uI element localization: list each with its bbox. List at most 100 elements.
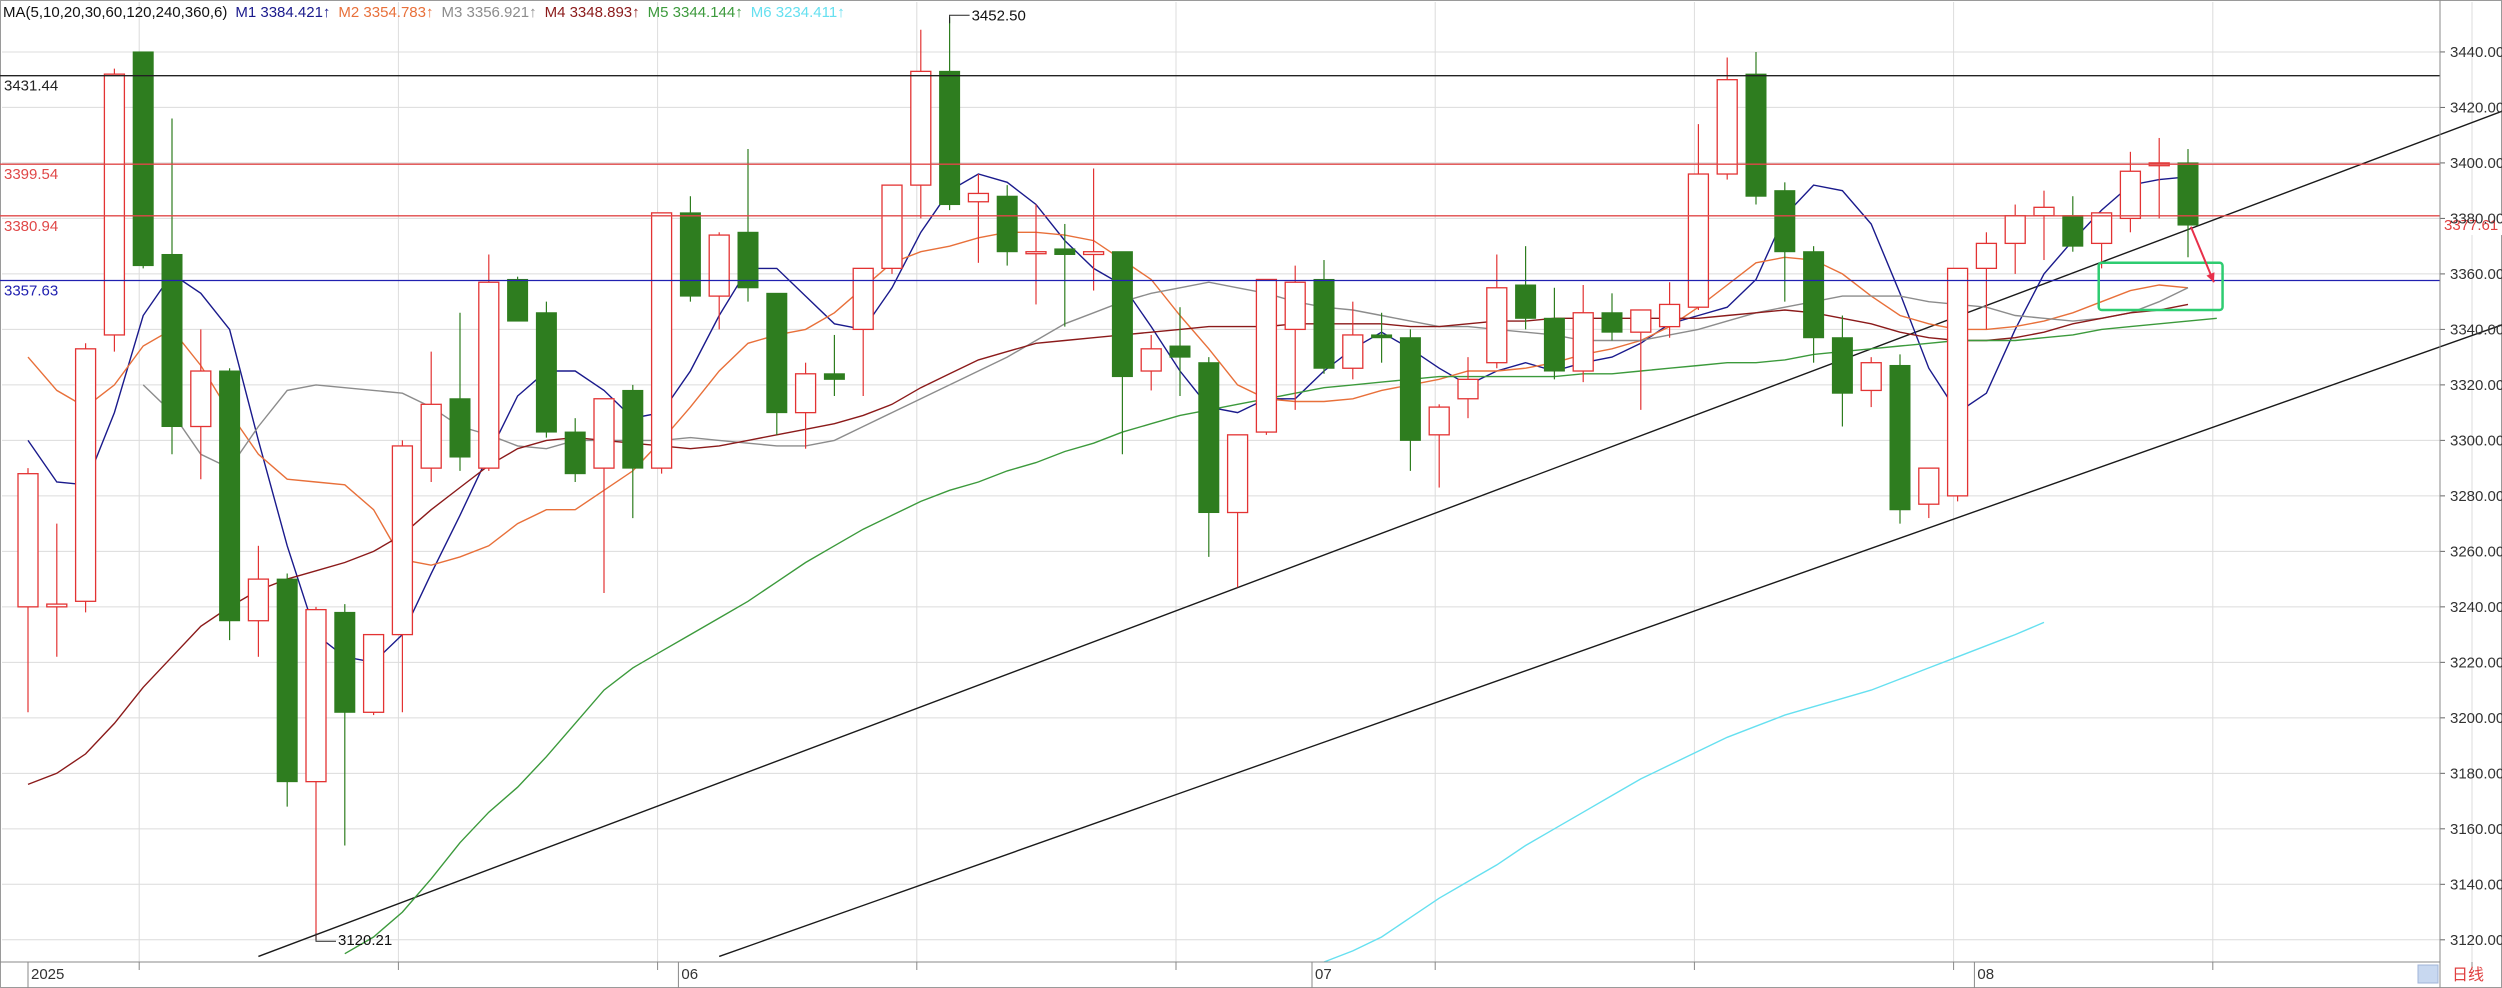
candle-body [276, 578, 298, 783]
candle-body [17, 473, 39, 608]
candle [1515, 246, 1537, 330]
candle-body [939, 70, 961, 206]
price-line-label: 3357.63 [4, 282, 58, 299]
y-tick-label: 3340.00 [2450, 321, 2502, 338]
target-box [2097, 261, 2224, 312]
candle [2148, 137, 2170, 219]
candle [1255, 278, 1278, 435]
candle-body [449, 398, 471, 458]
candle [1054, 223, 1076, 327]
candle [1169, 307, 1191, 396]
candle-body [1543, 317, 1565, 372]
legend-item-m3: M3 3356.921↑ [442, 4, 537, 21]
candle-body [362, 633, 385, 713]
grid-layer [0, 0, 2502, 988]
high-marker [949, 14, 970, 24]
legend-item-m5: M5 3344.144↑ [648, 4, 743, 21]
candle-body [1687, 173, 1710, 308]
candle-body [1630, 309, 1652, 333]
legend: MA(5,10,20,30,60,120,240,360,6) M1 3384.4… [3, 4, 845, 21]
y-tick-label: 3140.00 [2450, 876, 2502, 893]
candle [1371, 312, 1393, 363]
candle [1313, 260, 1335, 374]
candle [1198, 357, 1220, 557]
candle-body [1082, 251, 1105, 256]
candle [420, 351, 442, 482]
y-tick-label: 3120.00 [2450, 932, 2502, 949]
candle-body [305, 608, 327, 783]
price-line-label: 3380.94 [4, 218, 58, 235]
candle [103, 68, 126, 352]
candle [1918, 467, 1940, 519]
axis-layer: 3120.00 3140.00 3160.00 3180.00 3200.00 3220.… [0, 0, 2502, 988]
candle [1860, 357, 1882, 408]
candle-layer [17, 17, 2199, 940]
candle-body [46, 603, 68, 608]
candle [1284, 265, 1306, 410]
candle-body [794, 373, 817, 414]
candle-body [1486, 287, 1508, 364]
candle-body [190, 370, 212, 428]
candle-body [1169, 345, 1191, 358]
candle [996, 185, 1018, 266]
candle-body [391, 445, 414, 636]
candle [881, 184, 903, 274]
candle-body [2090, 212, 2113, 245]
horizontal-line-layer: 3431.44 3399.54 3380.94 3357.63 [0, 75, 2440, 299]
x-tick-label: 08 [1977, 966, 1994, 983]
candle [564, 418, 586, 482]
candle [2033, 190, 2055, 261]
candle-body [1889, 364, 1911, 511]
candle-body [2062, 215, 2084, 247]
candle-body [1572, 312, 1594, 372]
candle [1140, 334, 1162, 391]
candle-body [1918, 467, 1940, 505]
candle [1342, 301, 1364, 380]
period-label: 日线 [2452, 966, 2484, 984]
ma-line-m1 [27, 173, 2189, 664]
candle [247, 545, 270, 657]
candle [2062, 196, 2084, 252]
legend-item-m1: M1 3384.421↑ [235, 4, 330, 21]
candle-body [2119, 170, 2142, 220]
candle-body [247, 578, 270, 622]
y-tick-label: 3380.00 [2450, 210, 2502, 227]
candle-body [1803, 251, 1825, 339]
candle-body [1255, 278, 1278, 433]
legend-item-m4: M4 3348.893↑ [545, 4, 640, 21]
low-label: 3120.21 [338, 932, 392, 949]
candle-body [881, 184, 903, 270]
candle-body [420, 403, 442, 469]
candle [823, 334, 845, 396]
candle-body [1111, 251, 1133, 378]
candle-body [1658, 303, 1681, 328]
candle-body [564, 431, 586, 475]
candle [910, 29, 932, 219]
candle [1601, 293, 1623, 341]
high-label: 3452.50 [972, 7, 1026, 24]
candle-body [1226, 434, 1249, 514]
legend-item-m6: M6 3234.411↑ [751, 4, 845, 21]
candle [2004, 204, 2026, 274]
candle [737, 149, 759, 302]
candle [507, 276, 529, 322]
candle-body [2004, 214, 2026, 245]
candle [46, 523, 68, 657]
candle [391, 440, 414, 713]
candle-body [1860, 362, 1882, 392]
candle-body [1140, 348, 1162, 372]
candle-body [910, 70, 932, 186]
candle-body [1745, 73, 1767, 197]
candle [1946, 267, 1969, 502]
candle [1428, 404, 1450, 488]
candle [305, 606, 327, 940]
y-tick-label: 3180.00 [2450, 765, 2502, 782]
candle-body [1054, 248, 1076, 255]
candle [1025, 204, 1047, 305]
candle-body [1946, 267, 1969, 497]
x-tick-label: 2025 [31, 966, 64, 983]
candle-body [679, 212, 701, 297]
legend-prefix: MA(5,10,20,30,60,120,240,360,6) [3, 4, 227, 21]
trendline [258, 110, 2502, 958]
candle [1774, 182, 1796, 302]
